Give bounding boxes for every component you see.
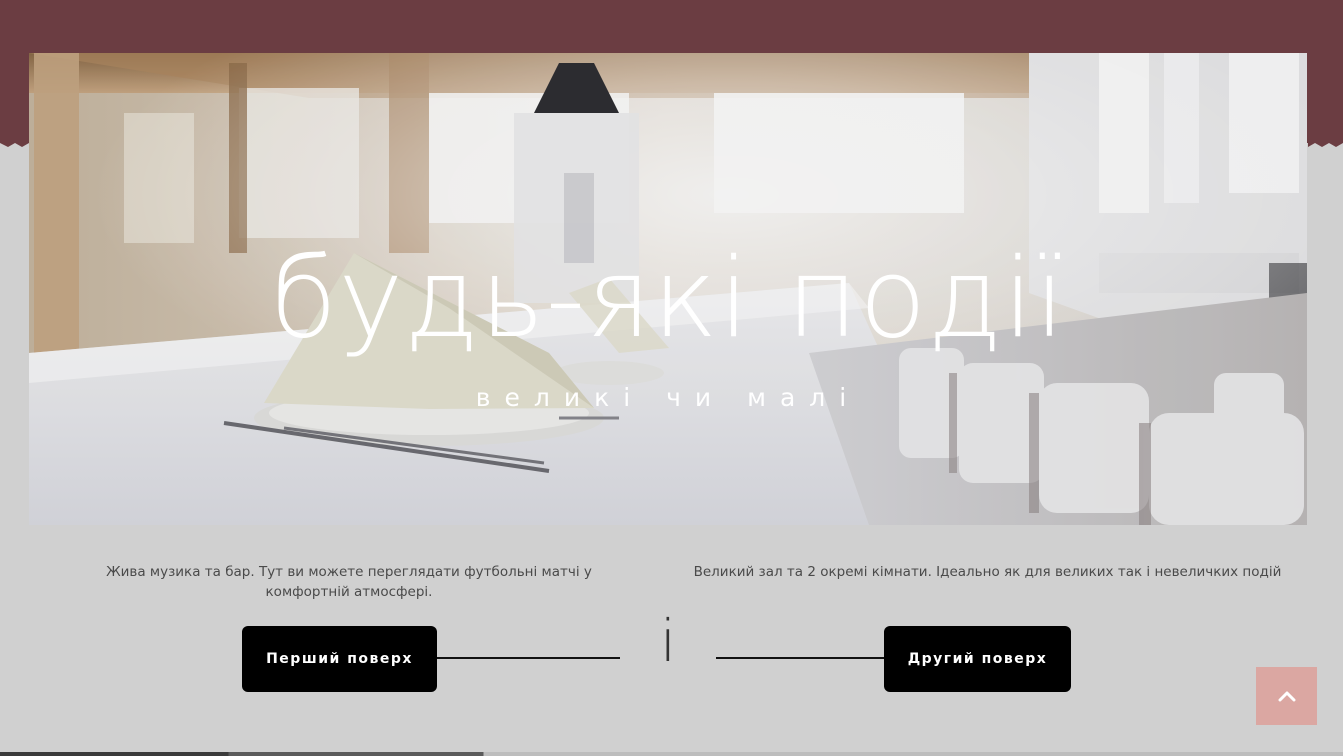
first-floor-button[interactable]: Перший поверх: [242, 626, 437, 692]
connector-line-right: [716, 657, 884, 659]
second-floor-description: Великий зал та 2 окремі кімнати. Ідеальн…: [693, 564, 1282, 580]
hero-subtitle: великі чи малі: [475, 383, 861, 412]
chevron-up-icon: [1278, 691, 1295, 702]
connector-line-left: [437, 657, 620, 659]
first-floor-description: Жива музика та бар. Тут ви можете перегл…: [106, 564, 592, 600]
hero-title: будь-які події: [269, 234, 1067, 362]
second-floor-button[interactable]: Другий поверх: [884, 626, 1071, 692]
divider-glyph: і: [659, 607, 677, 675]
bottom-strip: [0, 752, 1343, 756]
back-to-top-button[interactable]: [1256, 667, 1317, 725]
page: будь-які події великі чи малі Жива музик…: [0, 0, 1343, 756]
hero-banner: будь-які події великі чи малі: [29, 53, 1307, 525]
